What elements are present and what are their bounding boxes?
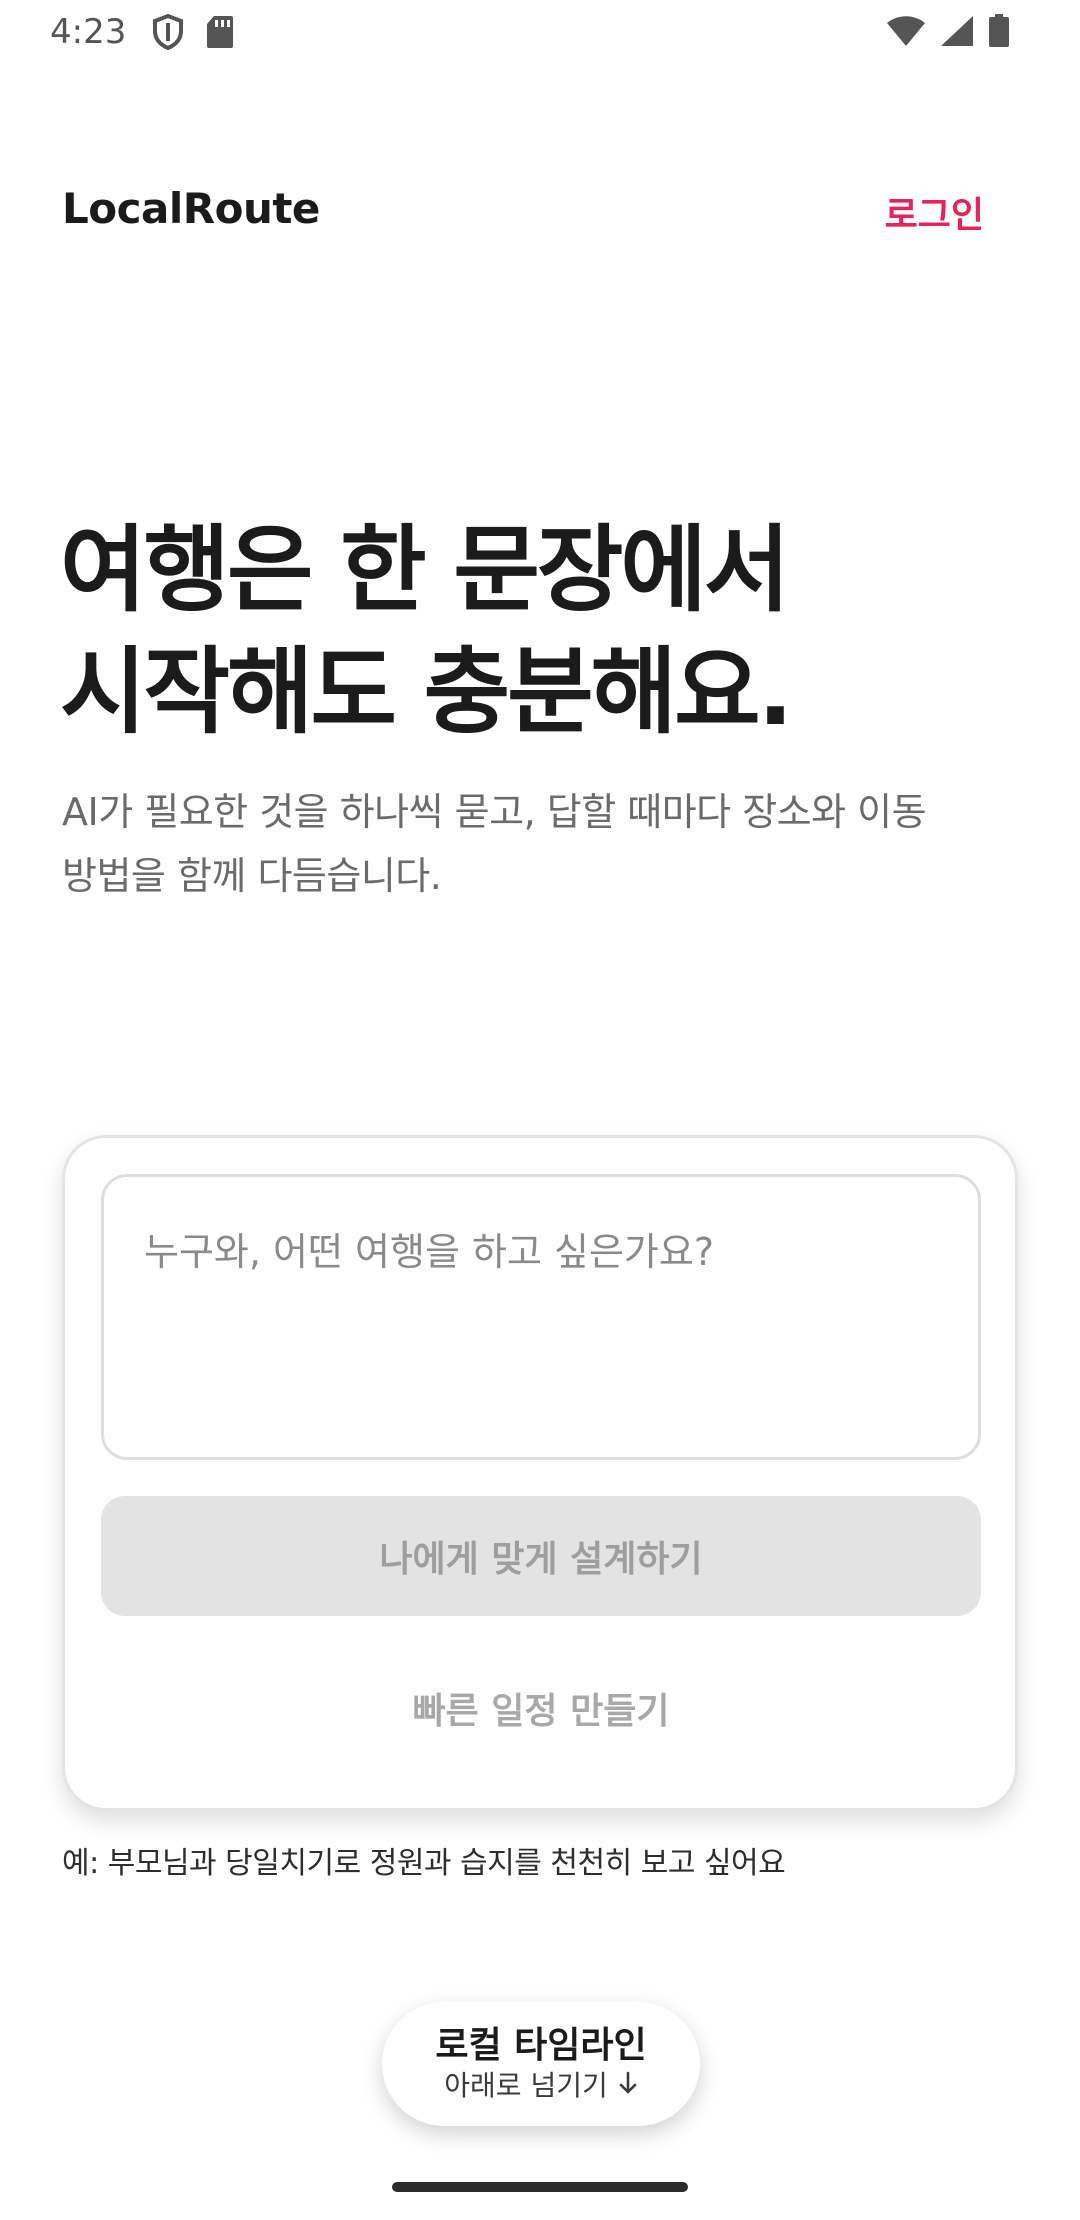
timeline-subtitle-row: 아래로 넘기기 [444, 2068, 637, 2104]
hero-title: 여행은 한 문장에서 시작해도 충분해요. [60, 510, 960, 754]
battery-icon [988, 14, 1010, 48]
status-left-icons [152, 14, 234, 50]
screen: 4:23 LocalRoute 로그인 여행은 한 문장에서 시작해도 충분해요… [0, 0, 1080, 2220]
trip-request-card: 나에게 맞게 설계하기 빠른 일정 만들기 [62, 1135, 1018, 1811]
design-for-me-button[interactable]: 나에게 맞게 설계하기 [101, 1496, 981, 1616]
login-link[interactable]: 로그인 [885, 186, 984, 238]
quick-itinerary-button[interactable]: 빠른 일정 만들기 [101, 1668, 981, 1748]
hero-title-line-1: 여행은 한 문장에서 [60, 516, 790, 625]
wifi-icon [886, 15, 926, 47]
local-timeline-button[interactable]: 로컬 타임라인 아래로 넘기기 [382, 2002, 700, 2126]
sd-card-icon [206, 15, 234, 49]
signal-icon [940, 15, 974, 47]
hero-subtitle-line-1: AI가 필요한 것을 하나씩 묻고, 답할 때마다 장소와 이동 [62, 790, 927, 834]
app-title: LocalRoute [62, 184, 320, 233]
trip-prompt-input[interactable] [101, 1174, 981, 1460]
hero-title-line-2: 시작해도 충분해요. [60, 638, 793, 747]
example-text: 예: 부모님과 당일치기로 정원과 습지를 천천히 보고 싶어요 [62, 1846, 786, 1881]
status-bar: 4:23 [0, 0, 1080, 70]
hero-subtitle: AI가 필요한 것을 하나씩 묻고, 답할 때마다 장소와 이동 방법을 함께 … [62, 780, 1022, 908]
timeline-subtitle: 아래로 넘기기 [444, 2069, 608, 2102]
timeline-title: 로컬 타임라인 [435, 2025, 647, 2066]
home-indicator[interactable] [392, 2182, 688, 2192]
hero-subtitle-line-2: 방법을 함께 다듬습니다. [62, 854, 442, 898]
status-time: 4:23 [50, 12, 127, 52]
status-right-icons [886, 14, 1010, 48]
shield-icon [152, 14, 184, 50]
arrow-down-icon [618, 2068, 638, 2104]
